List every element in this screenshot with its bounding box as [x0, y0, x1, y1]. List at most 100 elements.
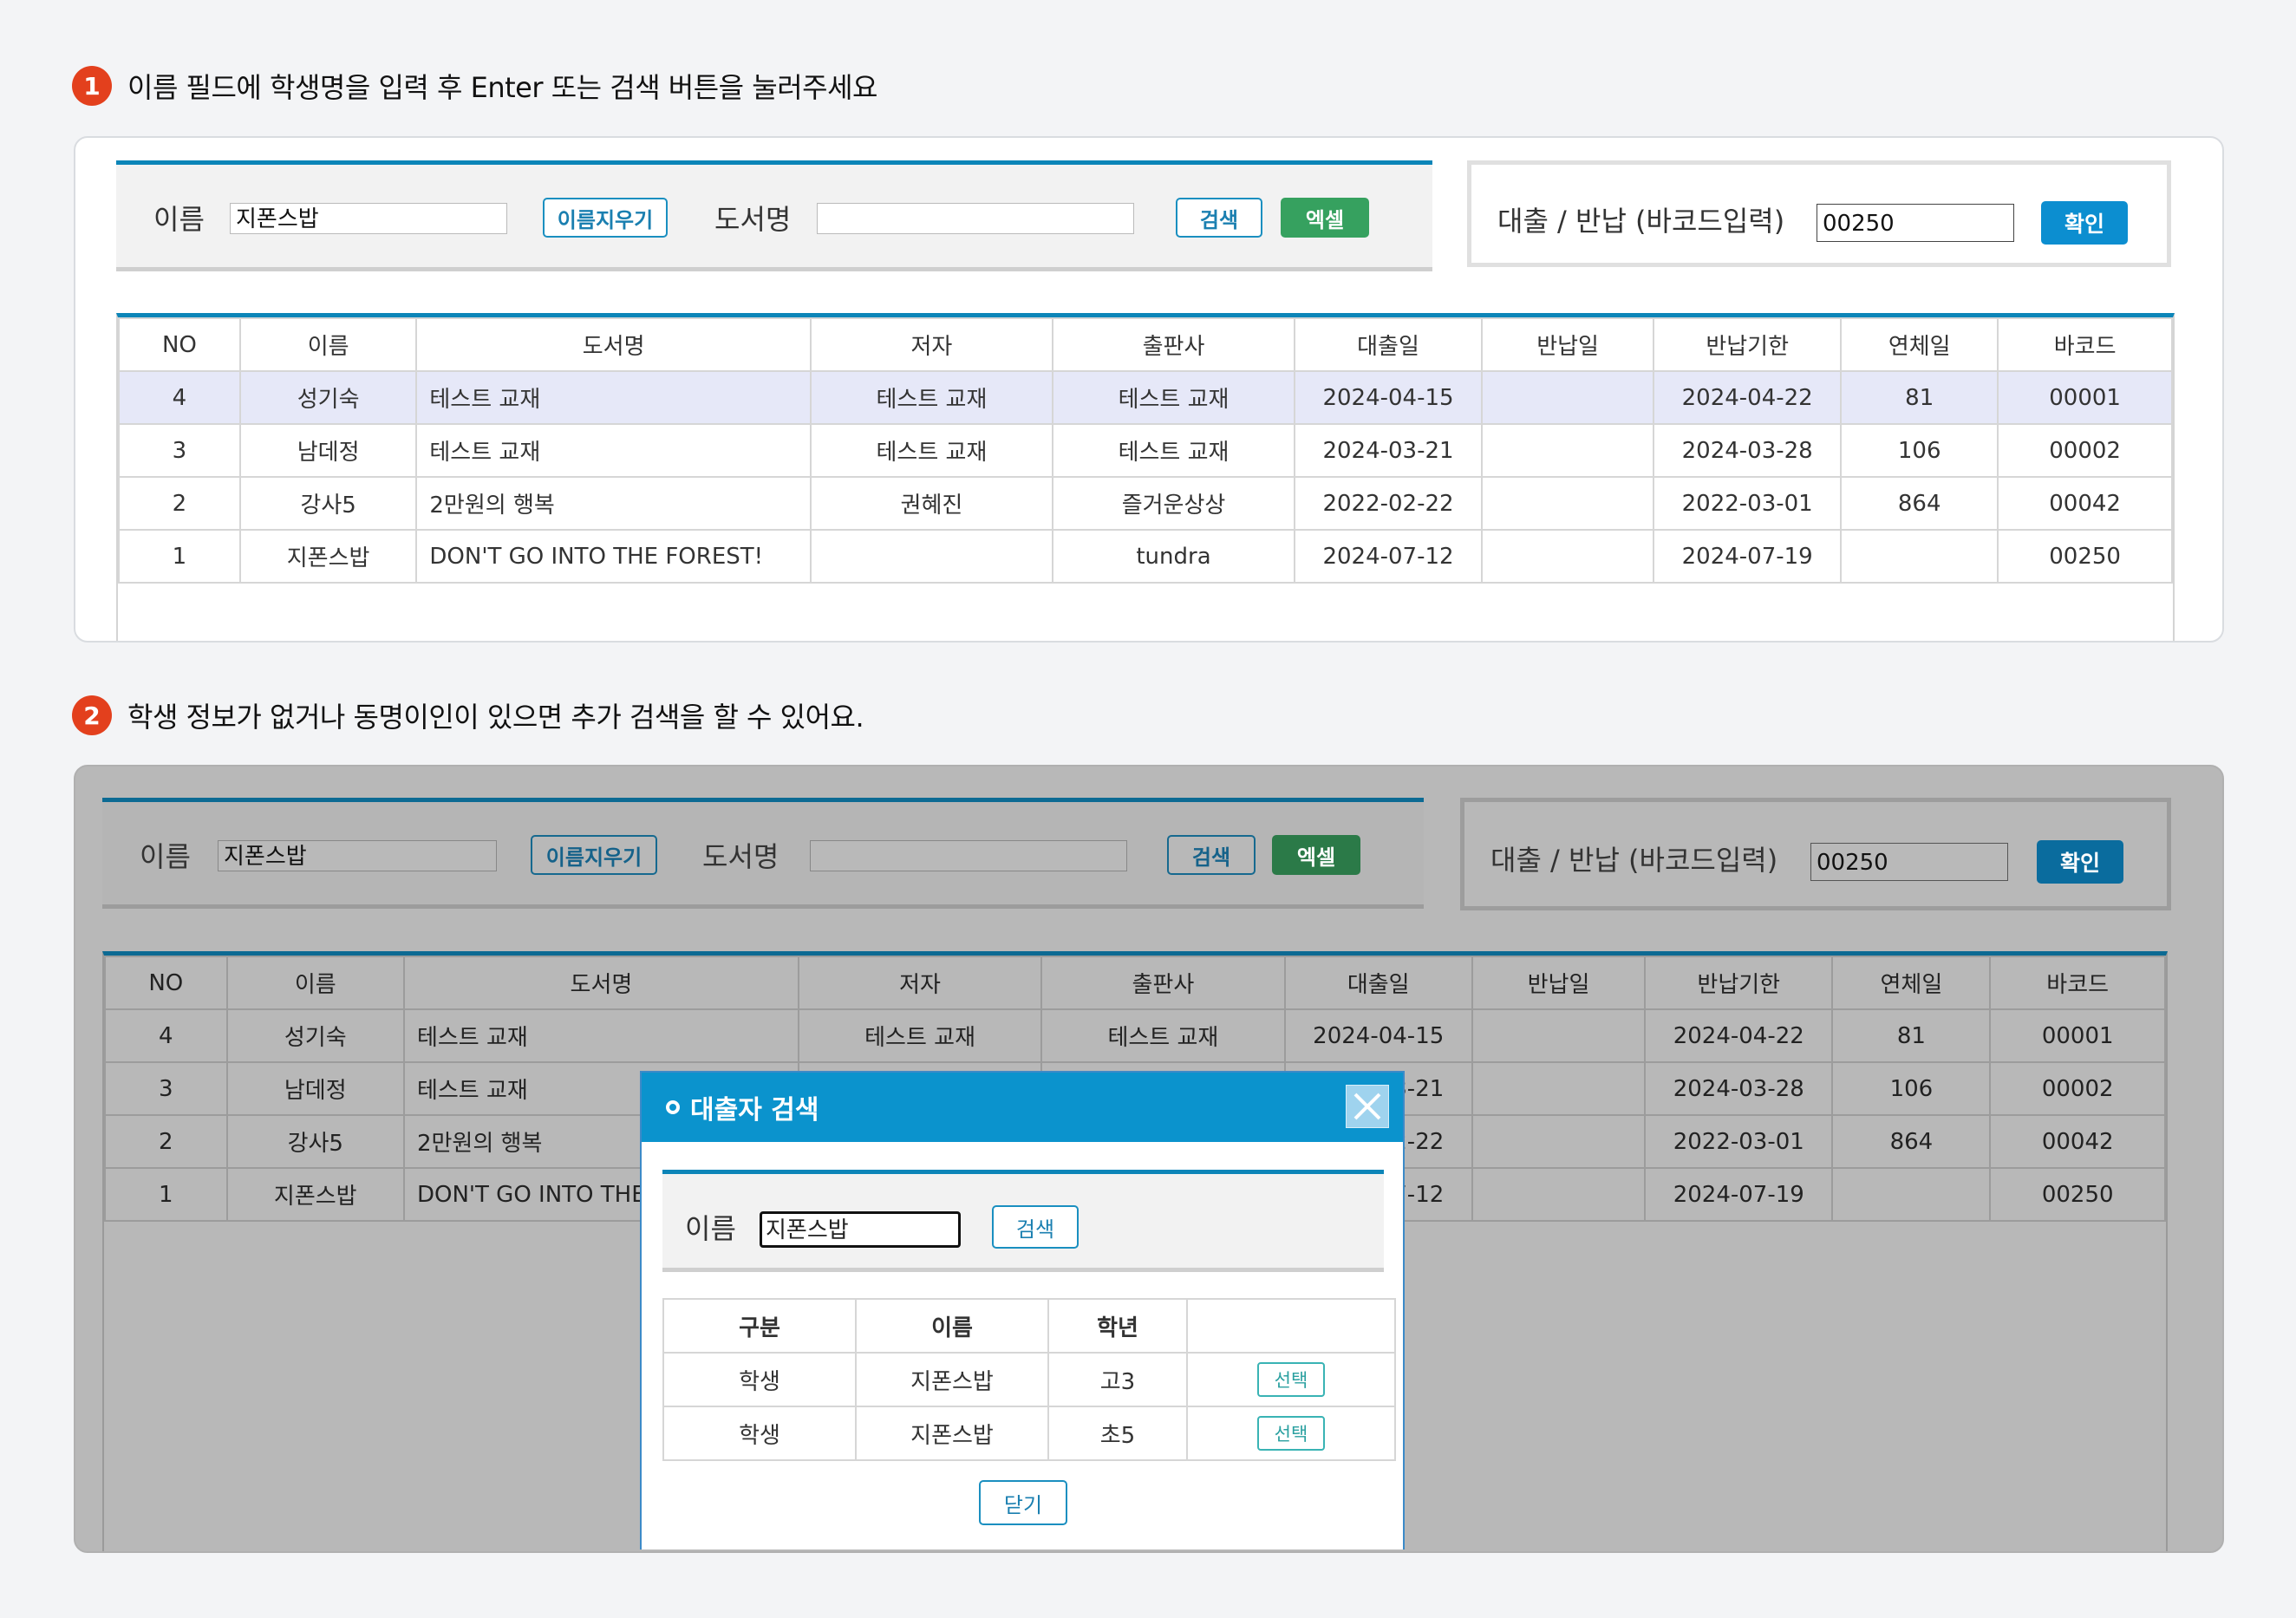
publisher-cell: 테스트 교재	[1051, 370, 1296, 425]
name-cell: 지폰스밥	[855, 1406, 1049, 1461]
loan-date-cell: 2024-03-21	[1294, 423, 1483, 478]
no-cell: 3	[104, 1061, 228, 1116]
no-cell: 1	[118, 529, 241, 584]
no-cell: 4	[118, 370, 241, 425]
due-date-cell: 2024-03-28	[1653, 423, 1843, 478]
barcode-box: 대출 / 반납 (바코드입력) 00250 확인	[1460, 798, 2171, 910]
excel-button[interactable]: 엑셀	[1272, 835, 1360, 875]
table-row[interactable]: 4 성기숙 테스트 교재 테스트 교재 테스트 교재 2024-04-15 2024-04-…	[104, 1008, 2166, 1063]
search-bar: 이름 지폰스밥 이름지우기 도서명 검색 엑셀	[116, 160, 1432, 271]
column-header-title: 도서명	[415, 317, 812, 372]
borrower-table: 구분 이름 학년 학생 지폰스밥 고3 선택 학생 지폰스밥 초5 선택	[662, 1298, 1396, 1461]
publisher-cell: 테스트 교재	[1051, 423, 1296, 478]
name-label: 이름	[140, 840, 191, 873]
column-header: 구분	[662, 1298, 857, 1354]
name-input[interactable]: 지폰스밥	[218, 840, 497, 871]
search-button[interactable]: 검색	[1176, 198, 1262, 238]
excel-button[interactable]: 엑셀	[1281, 198, 1369, 238]
loan-table-wrap: NO 이름 도서명 저자 출판사 대출일 반납일 반납기한 연체일 바코드 4 성기숙 테스트 교재 테스…	[116, 313, 2175, 641]
return-date-cell	[1480, 370, 1655, 425]
table-row[interactable]: 4 성기숙 테스트 교재 테스트 교재 테스트 교재 2024-04-15 2024-04-…	[118, 370, 2173, 425]
publisher-cell: tundra	[1051, 529, 1296, 584]
due-date-cell: 2024-04-22	[1653, 370, 1843, 425]
return-date-cell	[1471, 1167, 1647, 1222]
loan-date-cell: 2024-04-15	[1294, 370, 1483, 425]
name-cell: 성기숙	[238, 370, 418, 425]
table-header-row: 구분 이름 학년	[662, 1298, 1396, 1354]
loan-date-cell: 2022-02-22	[1294, 476, 1483, 531]
table-row[interactable]: 3남데정테스트 교재테스트 교재테스트 교재2024-03-212024-03-…	[118, 423, 2173, 478]
screen-panel-1: 이름 지폰스밥 이름지우기 도서명 검색 엑셀 대출 / 반납 (바코드입력) …	[74, 136, 2224, 643]
table-row[interactable]: 2강사52만원의 행복권혜진즐거운상상2022-02-22 2022-03-018…	[118, 476, 2173, 531]
table-header-row: NO 이름 도서명 저자 출판사 대출일 반납일 반납기한 연체일 바코드	[118, 317, 2173, 372]
author-cell: 테스트 교재	[809, 423, 1053, 478]
barcode-input[interactable]: 00250	[1810, 843, 2008, 881]
author-cell: 테스트 교재	[809, 370, 1053, 425]
name-input[interactable]: 지폰스밥	[230, 203, 507, 234]
no-cell: 1	[104, 1167, 228, 1222]
borrower-search-modal: 대출자 검색 이름 지폰스밥 검색 구분 이름 학년 학생 지폰스밥 고3 선택…	[640, 1071, 1405, 1549]
overdue-cell	[1840, 529, 1999, 584]
step-1-instruction: 1 이름 필드에 학생명을 입력 후 Enter 또는 검색 버튼을 눌러주세요	[72, 66, 878, 106]
return-date-cell	[1471, 1061, 1647, 1116]
clear-name-button[interactable]: 이름지우기	[531, 835, 657, 875]
name-cell: 강사5	[238, 476, 418, 531]
modal-title: 대출자 검색	[690, 1095, 819, 1125]
loan-table: NO 이름 도서명 저자 출판사 대출일 반납일 반납기한 연체일 바코드 4 성기숙 테스트 교재 테스…	[118, 317, 2173, 584]
barcode-cell: 00002	[1997, 423, 2173, 478]
author-cell: 테스트 교재	[797, 1008, 1043, 1063]
return-date-cell	[1480, 529, 1655, 584]
modal-search-button[interactable]: 검색	[992, 1205, 1079, 1249]
overdue-cell	[1831, 1167, 1992, 1222]
column-header-name: 이름	[225, 956, 405, 1010]
column-header: 이름	[855, 1298, 1049, 1354]
barcode-cell: 00250	[1989, 1167, 2166, 1222]
author-cell: 권혜진	[809, 476, 1053, 531]
select-button[interactable]: 선택	[1257, 1416, 1325, 1451]
column-header-due-date: 반납기한	[1653, 317, 1843, 372]
search-button[interactable]: 검색	[1167, 835, 1256, 875]
modal-name-input[interactable]: 지폰스밥	[760, 1211, 961, 1248]
modal-name-label: 이름	[685, 1212, 736, 1245]
modal-search-bar: 이름 지폰스밥 검색	[662, 1170, 1384, 1272]
modal-close-button[interactable]: 닫기	[979, 1480, 1067, 1525]
barcode-input[interactable]: 00250	[1817, 204, 2014, 242]
table-header-row: NO 이름 도서명 저자 출판사 대출일 반납일 반납기한 연체일 바코드	[104, 956, 2166, 1010]
author-cell	[809, 529, 1053, 584]
step-badge: 2	[72, 695, 112, 735]
clear-name-button[interactable]: 이름지우기	[543, 198, 668, 238]
action-cell: 선택	[1186, 1352, 1396, 1407]
due-date-cell: 2022-03-01	[1644, 1114, 1834, 1169]
confirm-button[interactable]: 확인	[2037, 840, 2123, 884]
table-row: 학생 지폰스밥 고3 선택	[662, 1352, 1396, 1407]
return-date-cell	[1471, 1114, 1647, 1169]
loan-date-cell: 2024-07-12	[1294, 529, 1483, 584]
book-input[interactable]	[810, 840, 1127, 871]
barcode-cell: 00001	[1997, 370, 2173, 425]
close-icon[interactable]	[1346, 1085, 1389, 1128]
step-text: 학생 정보가 없거나 동명이인이 있으면 추가 검색을 할 수 있어요.	[127, 701, 864, 734]
column-header-overdue: 연체일	[1831, 956, 1992, 1010]
title-cell: 2만원의 행복	[415, 476, 812, 531]
name-cell: 남데정	[238, 423, 418, 478]
book-label: 도서명	[714, 203, 792, 236]
confirm-button[interactable]: 확인	[2041, 201, 2128, 245]
overdue-cell: 81	[1831, 1008, 1992, 1063]
column-header: 학년	[1047, 1298, 1188, 1354]
grade-cell: 고3	[1047, 1352, 1188, 1407]
book-input[interactable]	[817, 203, 1134, 234]
table-row[interactable]: 1지폰스밥DON'T GO INTO THE FOREST!tundra2024…	[118, 529, 2173, 584]
circle-bullet-icon	[666, 1100, 680, 1114]
select-button[interactable]: 선택	[1257, 1362, 1325, 1397]
barcode-label: 대출 / 반납 (바코드입력)	[1497, 205, 1785, 238]
overdue-cell: 81	[1840, 370, 1999, 425]
return-date-cell	[1480, 476, 1655, 531]
overdue-cell: 106	[1840, 423, 1999, 478]
barcode-cell: 00042	[1997, 476, 2173, 531]
publisher-cell: 테스트 교재	[1040, 1008, 1286, 1063]
name-cell: 지폰스밥	[855, 1352, 1049, 1407]
column-header-loan-date: 대출일	[1283, 956, 1473, 1010]
name-cell: 성기숙	[225, 1008, 405, 1063]
barcode-label: 대출 / 반납 (바코드입력)	[1490, 844, 1778, 877]
overdue-cell: 864	[1840, 476, 1999, 531]
